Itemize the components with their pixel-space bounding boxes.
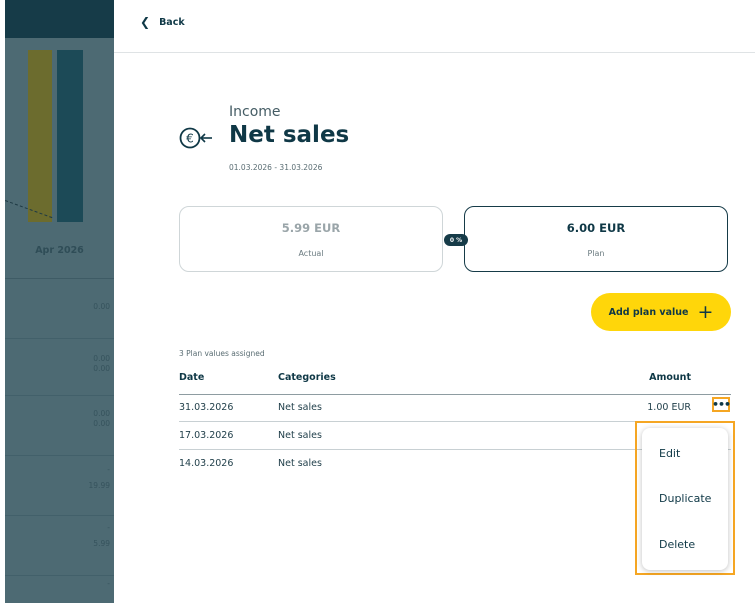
more-options-icon[interactable]: ••• [712,397,731,412]
chevron-left-icon: ❮ [140,15,151,29]
transaction-category: Income [229,104,281,120]
menu-item-delete[interactable]: Delete [659,538,695,551]
background-cell: 0.00 [93,364,110,373]
background-row: 0.00 0.00 [5,395,114,456]
background-cell: - [107,579,110,588]
column-header-date: Date [179,372,205,383]
row-date: 31.03.2026 [179,402,234,413]
background-topbar [5,0,114,38]
percent-badge: 0 % [444,234,468,246]
context-menu: Edit Duplicate Delete [642,428,728,570]
menu-item-edit[interactable]: Edit [659,447,680,460]
back-label: Back [159,16,185,28]
row-date: 17.03.2026 [179,430,234,441]
background-row: 0.00 0.00 [5,338,114,396]
background-cell: 19.99 [88,481,110,490]
background-overlay-panel: Apr 2026 0.00 0.00 0.00 0.00 0.00 - 19.9… [5,0,114,603]
plus-icon: + [697,300,714,323]
date-range: 01.03.2026 - 31.03.2026 [229,163,323,172]
row-category: Net sales [278,458,322,469]
column-header-categories: Categories [278,372,336,383]
left-edge [0,0,5,603]
plan-value: 6.00 EUR [566,221,626,235]
background-cell: - [107,465,110,474]
plan-card: 6.00 EUR Plan [464,206,728,272]
background-month-label: Apr 2026 [5,222,114,279]
page-title: Net sales [229,122,350,148]
row-category: Net sales [278,402,322,413]
column-header-amount: Amount [649,372,691,383]
plan-values-count: 3 Plan values assigned [179,349,265,358]
background-cell: - [107,523,110,532]
detail-header: ❮ Back [114,0,755,53]
row-date: 14.03.2026 [179,458,234,469]
chart-bar-plan [57,50,83,222]
background-row: 0.00 [5,278,114,339]
background-row: - [5,575,114,603]
add-plan-value-label: Add plan value [608,306,689,318]
background-cell: 0.00 [93,302,110,311]
row-category: Net sales [278,430,322,441]
back-button[interactable]: ❮ Back [140,15,185,29]
table-row[interactable]: 31.03.2026 Net sales 1.00 EUR ••• [179,394,731,422]
background-row: - 19.99 [5,455,114,516]
svg-text:€: € [186,132,194,146]
row-amount: 1.00 EUR [647,402,691,413]
chart-bar-actual [28,50,52,222]
actual-value: 5.99 EUR [281,221,341,235]
add-plan-value-button[interactable]: Add plan value + [591,293,731,331]
euro-arrow-icon: € [179,127,212,149]
plan-label: Plan [587,249,605,258]
actual-label: Actual [298,249,324,258]
background-row: - 5.99 [5,515,114,576]
menu-item-duplicate[interactable]: Duplicate [659,492,711,505]
background-cell: 0.00 [93,409,110,418]
table-header: Date Categories Amount [179,372,731,395]
actual-card: 5.99 EUR Actual [179,206,443,272]
background-cell: 0.00 [93,419,110,428]
background-cell: 0.00 [93,354,110,363]
background-cell: 5.99 [93,539,110,548]
